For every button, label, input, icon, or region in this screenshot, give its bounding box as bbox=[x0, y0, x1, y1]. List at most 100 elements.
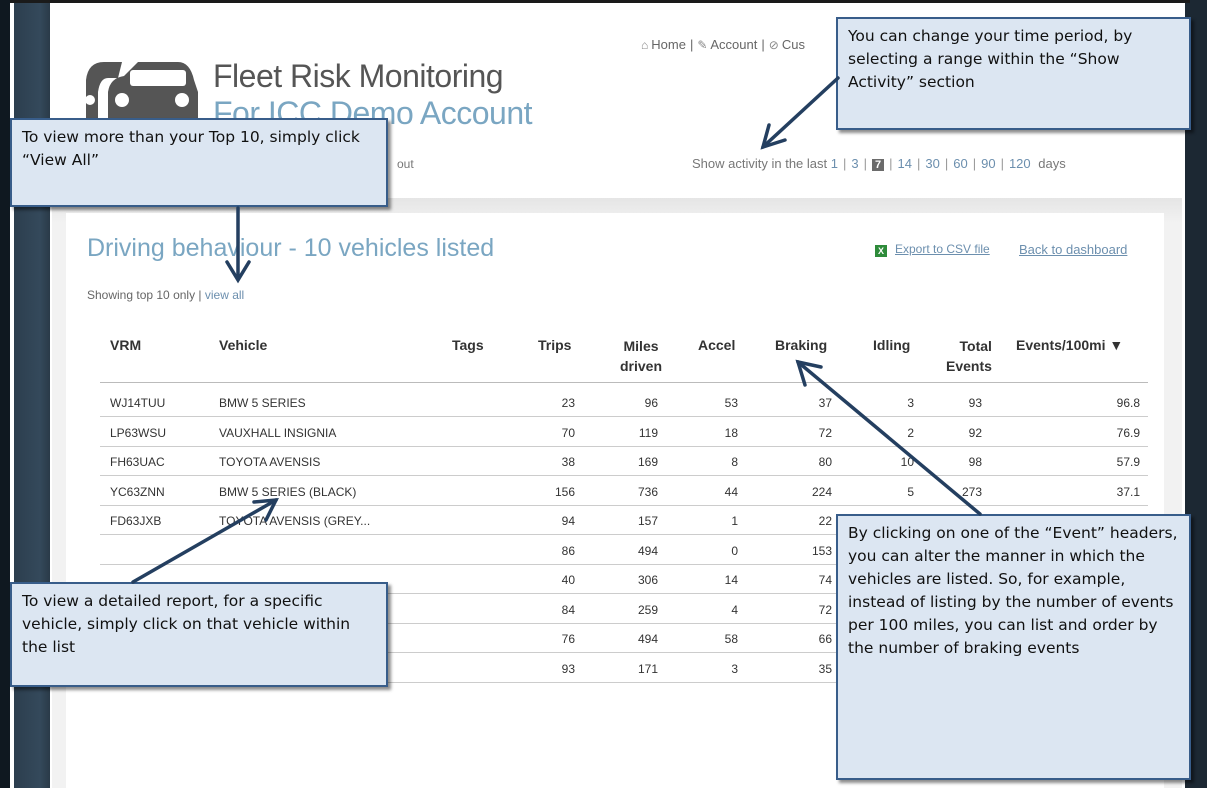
table-cell-accel[interactable]: 3 bbox=[731, 662, 738, 676]
table-cell-accel[interactable]: 18 bbox=[725, 426, 738, 440]
activity-option-60[interactable]: 60 bbox=[953, 156, 967, 171]
callout-vehicle-detail: To view a detailed report, for a specifi… bbox=[10, 582, 388, 687]
table-cell-total[interactable]: 93 bbox=[969, 396, 982, 410]
col-header-events-per-100mi[interactable]: Events/100mi ▼ bbox=[1016, 337, 1123, 353]
screenshot-frame: Fleet Risk Monitoring For ICC Demo Accou… bbox=[0, 0, 1207, 788]
logout-link[interactable]: out bbox=[397, 157, 414, 171]
table-cell-braking[interactable]: 72 bbox=[819, 426, 832, 440]
table-cell-trips[interactable]: 76 bbox=[562, 632, 575, 646]
table-cell-accel[interactable]: 44 bbox=[725, 485, 738, 499]
table-cell-idling[interactable]: 10 bbox=[901, 455, 914, 469]
table-cell-vrm[interactable]: YC63ZNN bbox=[110, 485, 165, 499]
showing-summary: Showing top 10 only | view all bbox=[87, 288, 244, 302]
table-cell-trips[interactable]: 38 bbox=[562, 455, 575, 469]
table-cell-miles[interactable]: 259 bbox=[638, 603, 658, 617]
nav-account-link[interactable]: Account bbox=[710, 37, 757, 52]
table-cell-trips[interactable]: 93 bbox=[562, 662, 575, 676]
col-header-total-line2: Events bbox=[946, 358, 992, 374]
page-title: Driving behaviour - 10 vehicles listed bbox=[87, 234, 495, 262]
table-cell-accel[interactable]: 0 bbox=[731, 544, 738, 558]
table-cell-vehicle[interactable]: BMW 5 SERIES bbox=[219, 396, 306, 410]
table-cell-braking[interactable]: 22 bbox=[819, 514, 832, 528]
table-cell-per100[interactable]: 57.9 bbox=[1117, 455, 1140, 469]
activity-separator: | bbox=[889, 156, 893, 171]
table-cell-miles[interactable]: 169 bbox=[638, 455, 658, 469]
table-cell-accel[interactable]: 4 bbox=[731, 603, 738, 617]
table-cell-accel[interactable]: 8 bbox=[731, 455, 738, 469]
table-cell-braking[interactable]: 74 bbox=[819, 573, 832, 587]
table-cell-idling[interactable]: 3 bbox=[907, 396, 914, 410]
table-cell-vrm[interactable]: FD63JXB bbox=[110, 514, 161, 528]
col-header-braking[interactable]: Braking bbox=[775, 337, 827, 353]
activity-option-14[interactable]: 14 bbox=[898, 156, 912, 171]
table-cell-vehicle[interactable]: BMW 5 SERIES (BLACK) bbox=[219, 485, 356, 499]
table-cell-braking[interactable]: 72 bbox=[819, 603, 832, 617]
col-header-vrm[interactable]: VRM bbox=[110, 337, 141, 353]
nav-customise-link[interactable]: Cus bbox=[782, 37, 805, 52]
callout-view-all: To view more than your Top 10, simply cl… bbox=[10, 118, 388, 207]
table-cell-vehicle[interactable]: VAUXHALL INSIGNIA bbox=[219, 426, 336, 440]
col-header-accel[interactable]: Accel bbox=[698, 337, 735, 353]
table-cell-braking[interactable]: 153 bbox=[812, 544, 832, 558]
table-cell-miles[interactable]: 119 bbox=[639, 426, 658, 440]
table-cell-per100[interactable]: 37.1 bbox=[1117, 485, 1140, 499]
table-cell-miles[interactable]: 306 bbox=[638, 573, 658, 587]
activity-separator: | bbox=[916, 156, 921, 171]
table-cell-trips[interactable]: 23 bbox=[562, 396, 575, 410]
table-cell-braking[interactable]: 224 bbox=[812, 485, 832, 499]
table-cell-vrm[interactable]: FH63UAC bbox=[110, 455, 165, 469]
export-csv-link[interactable]: X Export to CSV file bbox=[875, 242, 990, 257]
col-header-total-events[interactable]: Total Events bbox=[946, 336, 992, 376]
col-header-trips[interactable]: Trips bbox=[538, 337, 571, 353]
table-cell-braking[interactable]: 37 bbox=[819, 396, 832, 410]
table-cell-miles[interactable]: 736 bbox=[638, 485, 658, 499]
col-header-tags[interactable]: Tags bbox=[452, 337, 484, 353]
activity-separator: | bbox=[1000, 156, 1004, 171]
table-cell-vehicle[interactable]: TOYOTA AVENSIS (GREY... bbox=[219, 514, 370, 528]
showing-text: Showing top 10 only | bbox=[87, 288, 205, 302]
table-cell-miles[interactable]: 494 bbox=[638, 632, 658, 646]
table-cell-trips[interactable]: 86 bbox=[562, 544, 575, 558]
table-cell-vrm[interactable]: WJ14TUU bbox=[110, 396, 165, 410]
table-cell-per100[interactable]: 96.8 bbox=[1117, 396, 1140, 410]
top-navigation: ⌂ Home | ✎ Account | ⊘ Cus bbox=[641, 37, 805, 52]
table-cell-miles[interactable]: 157 bbox=[638, 514, 658, 528]
table-cell-idling[interactable]: 2 bbox=[907, 426, 914, 440]
table-cell-trips[interactable]: 94 bbox=[562, 514, 575, 528]
table-cell-braking[interactable]: 66 bbox=[819, 632, 832, 646]
col-header-miles[interactable]: Miles driven bbox=[620, 336, 662, 376]
activity-option-1[interactable]: 1 bbox=[831, 156, 838, 171]
table-cell-vrm[interactable]: LP63WSU bbox=[110, 426, 166, 440]
table-cell-total[interactable]: 92 bbox=[969, 426, 982, 440]
table-cell-accel[interactable]: 53 bbox=[725, 396, 738, 410]
view-all-link[interactable]: view all bbox=[205, 288, 244, 302]
table-cell-braking[interactable]: 80 bbox=[819, 455, 832, 469]
activity-option-30[interactable]: 30 bbox=[925, 156, 939, 171]
table-cell-braking[interactable]: 35 bbox=[819, 662, 832, 676]
table-cell-miles[interactable]: 494 bbox=[638, 544, 658, 558]
table-cell-trips[interactable]: 84 bbox=[562, 603, 575, 617]
table-cell-trips[interactable]: 40 bbox=[562, 573, 575, 587]
table-cell-per100[interactable]: 76.9 bbox=[1117, 426, 1140, 440]
table-cell-accel[interactable]: 14 bbox=[725, 573, 738, 587]
table-cell-trips[interactable]: 70 bbox=[562, 426, 575, 440]
col-header-idling[interactable]: Idling bbox=[873, 337, 910, 353]
table-header-divider bbox=[100, 382, 1148, 383]
table-cell-miles[interactable]: 171 bbox=[638, 662, 658, 676]
activity-option-3[interactable]: 3 bbox=[851, 156, 858, 171]
table-cell-accel[interactable]: 58 bbox=[725, 632, 738, 646]
table-cell-idling[interactable]: 5 bbox=[907, 485, 914, 499]
nav-home-link[interactable]: Home bbox=[651, 37, 686, 52]
table-cell-total[interactable]: 273 bbox=[962, 485, 982, 499]
activity-option-120[interactable]: 120 bbox=[1009, 156, 1031, 171]
back-to-dashboard-link[interactable]: Back to dashboard bbox=[1019, 242, 1127, 257]
activity-option-90[interactable]: 90 bbox=[981, 156, 995, 171]
table-cell-accel[interactable]: 1 bbox=[731, 514, 738, 528]
col-header-vehicle[interactable]: Vehicle bbox=[219, 337, 267, 353]
table-cell-vehicle[interactable]: TOYOTA AVENSIS bbox=[219, 455, 320, 469]
table-cell-miles[interactable]: 96 bbox=[645, 396, 658, 410]
home-icon: ⌂ bbox=[641, 38, 649, 52]
table-cell-trips[interactable]: 156 bbox=[555, 485, 575, 499]
activity-option-7-selected[interactable]: 7 bbox=[872, 159, 885, 171]
table-cell-total[interactable]: 98 bbox=[969, 455, 982, 469]
